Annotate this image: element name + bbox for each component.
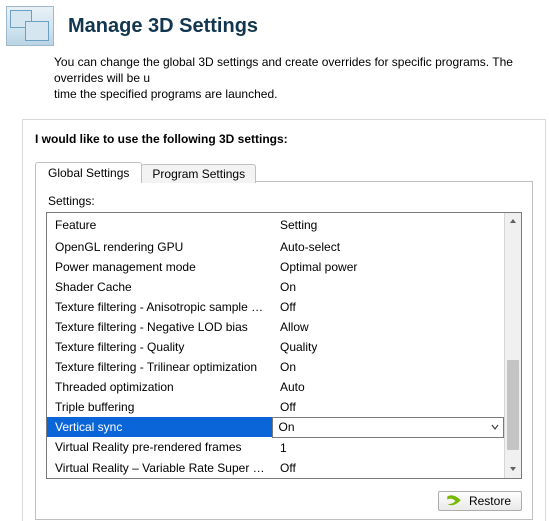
tab-program-settings[interactable]: Program Settings — [141, 164, 256, 183]
tabpage-global-settings: Settings: Feature Setting OpenGL renderi… — [35, 181, 533, 520]
settings-row[interactable]: Texture filtering - Negative LOD biasAll… — [47, 317, 504, 337]
restore-button-label: Restore — [469, 494, 511, 508]
tab-global-settings[interactable]: Global Settings — [35, 162, 142, 183]
settings-row-value: Auto — [272, 377, 504, 397]
settings-row-feature: Power management mode — [47, 257, 272, 277]
settings-row-value: Auto-select — [272, 237, 504, 257]
chevron-down-icon — [509, 465, 517, 473]
tab-global-settings-label: Global Settings — [48, 166, 129, 180]
intro-text: You can change the global 3D settings an… — [0, 50, 549, 115]
settings-row-feature: Triple buffering — [47, 397, 272, 418]
settings-row[interactable]: OpenGL rendering GPUAuto-select — [47, 237, 504, 257]
panel-legend: I would like to use the following 3D set… — [35, 132, 533, 146]
settings-row-value: On — [272, 357, 504, 377]
page-title: Manage 3D Settings — [68, 15, 258, 38]
header-3d-settings-icon — [6, 6, 54, 46]
settings-row-value: Allow — [272, 317, 504, 337]
settings-grid: Feature Setting OpenGL rendering GPUAuto… — [46, 212, 522, 479]
chevron-up-icon — [509, 217, 517, 225]
settings-row[interactable]: Virtual Reality pre-rendered frames1 — [47, 437, 504, 458]
settings-row-value: Off — [272, 297, 504, 317]
settings-row-feature: Virtual Reality pre-rendered frames — [47, 437, 272, 458]
settings-row-feature: Texture filtering - Negative LOD bias — [47, 317, 272, 337]
settings-row-value: On — [279, 420, 295, 434]
settings-row[interactable]: Virtual Reality – Variable Rate Super Sa… — [47, 458, 504, 478]
column-header-feature: Feature — [47, 213, 272, 237]
settings-row[interactable]: Texture filtering - QualityQuality — [47, 337, 504, 357]
restore-button-wrap: Restore — [438, 491, 522, 511]
settings-row-feature: OpenGL rendering GPU — [47, 237, 272, 257]
settings-row[interactable]: Texture filtering - Anisotropic sample o… — [47, 297, 504, 317]
tabstrip: Global Settings Program Settings — [35, 160, 533, 182]
settings-row-feature: Texture filtering - Trilinear optimizati… — [47, 357, 272, 377]
column-header-setting: Setting — [272, 213, 504, 237]
settings-column-headers: Feature Setting — [47, 213, 504, 237]
settings-row[interactable]: Threaded optimizationAuto — [47, 377, 504, 397]
scroll-down-button[interactable] — [505, 461, 521, 478]
tab-program-settings-label: Program Settings — [152, 167, 245, 181]
settings-label: Settings: — [48, 194, 522, 208]
settings-row-feature: Threaded optimization — [47, 377, 272, 397]
nvidia-logo-icon — [445, 494, 463, 508]
settings-row-value-dropdown[interactable]: On — [272, 417, 504, 437]
scrollbar-track[interactable] — [505, 230, 521, 461]
settings-row[interactable]: Shader CacheOn — [47, 277, 504, 297]
settings-row-value: 1 — [272, 437, 504, 458]
settings-row-feature: Virtual Reality – Variable Rate Super Sa… — [47, 458, 272, 478]
settings-row[interactable]: Triple bufferingOff — [47, 397, 504, 418]
settings-row-value: On — [272, 277, 504, 297]
settings-scrollbar[interactable] — [504, 213, 521, 478]
settings-row-value: Off — [272, 397, 504, 418]
settings-row-feature: Vertical sync — [47, 417, 272, 437]
scrollbar-thumb[interactable] — [507, 360, 519, 450]
settings-row[interactable]: Power management modeOptimal power — [47, 257, 504, 277]
settings-row-feature: Texture filtering - Quality — [47, 337, 272, 357]
settings-panel: I would like to use the following 3D set… — [22, 119, 546, 521]
settings-grid-viewport[interactable]: Feature Setting OpenGL rendering GPUAuto… — [47, 213, 504, 478]
settings-row-feature: Shader Cache — [47, 277, 272, 297]
page-header: Manage 3D Settings — [0, 0, 549, 50]
scroll-up-button[interactable] — [505, 213, 521, 230]
chevron-down-icon — [490, 422, 500, 432]
settings-row-feature: Texture filtering - Anisotropic sample o… — [47, 297, 272, 317]
settings-row[interactable]: Texture filtering - Trilinear optimizati… — [47, 357, 504, 377]
restore-button[interactable]: Restore — [438, 491, 522, 511]
settings-row-value: Off — [272, 458, 504, 478]
settings-row-value: Quality — [272, 337, 504, 357]
settings-row[interactable]: Vertical sync On — [47, 417, 504, 437]
settings-row-value: Optimal power — [272, 257, 504, 277]
